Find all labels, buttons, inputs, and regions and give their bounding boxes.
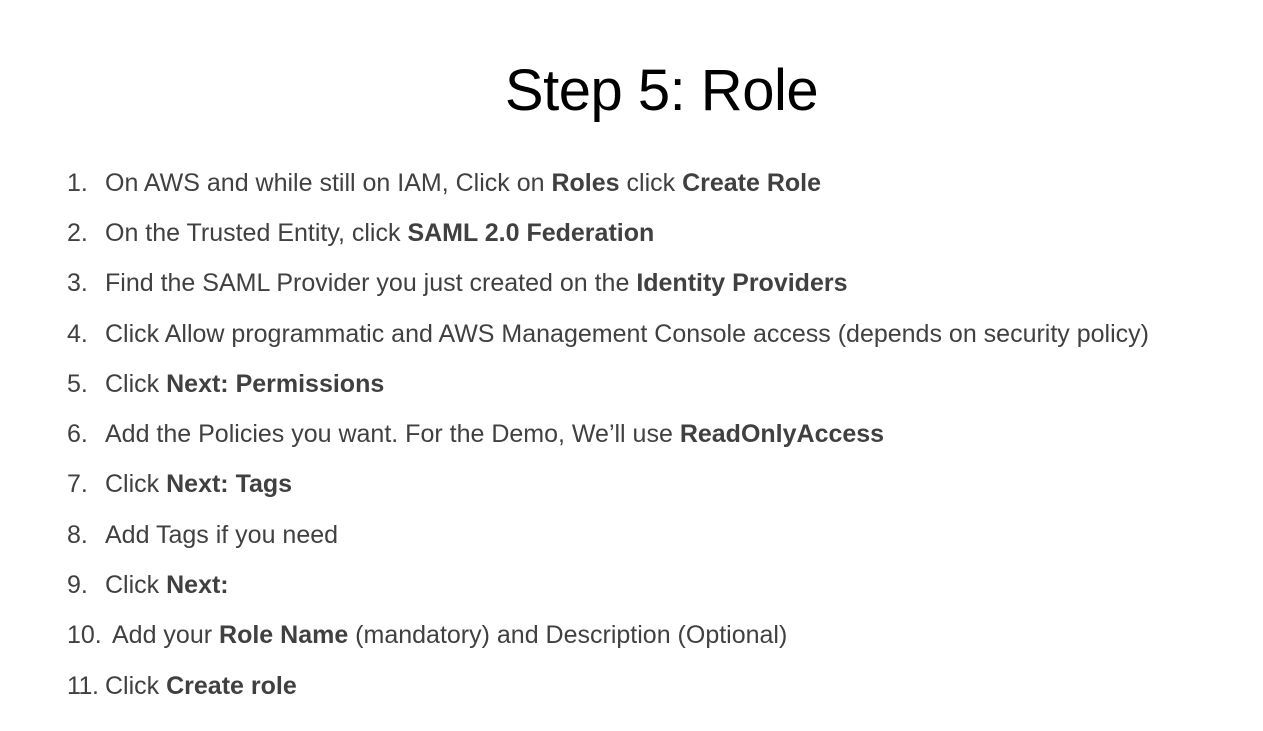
slide: Step 5: Role 1. On AWS and while still on…	[0, 0, 1263, 731]
step-text-segment: On the Trusted Entity, click	[105, 218, 408, 247]
step-text: Add Tags if you need	[105, 521, 338, 550]
step-text-segment: click	[619, 168, 683, 197]
list-item: 7. Click Next: Tags	[67, 460, 1149, 510]
step-text: Click Allow programmatic and AWS Managem…	[105, 320, 1149, 349]
step-text-segment: Add your	[112, 621, 220, 650]
slide-title: Step 5: Role	[504, 58, 819, 123]
step-text-bold: Create Role	[682, 168, 822, 197]
step-text: Click Next: Permissions	[105, 370, 384, 399]
list-item: 11. Click Create role	[67, 661, 1149, 711]
step-text: Click Create role	[105, 672, 297, 701]
list-item: 6. Add the Policies you want. For the Dem…	[67, 409, 1149, 459]
step-text-bold: ReadOnlyAccess	[679, 420, 885, 449]
step-text: Add your Role Name (mandatory) and Descr…	[112, 621, 787, 650]
step-number: 9.	[67, 571, 88, 600]
step-number: 10.	[67, 621, 102, 650]
step-number: 7.	[67, 470, 88, 499]
step-text-segment: Add Tags if you need	[105, 520, 339, 549]
list-item: 9. Click Next:	[67, 560, 1149, 610]
step-text: On AWS and while still on IAM, Click on …	[105, 169, 821, 198]
step-number: 2.	[67, 218, 88, 247]
step-text-segment: (mandatory) and Description (Optional)	[348, 621, 788, 650]
step-text-bold: Next:	[166, 571, 229, 600]
step-number: 1.	[67, 168, 88, 197]
step-text: Add the Policies you want. For the Demo,…	[105, 420, 884, 449]
step-text-bold: Roles	[551, 168, 620, 197]
step-text: On the Trusted Entity, click SAML 2.0 Fe…	[105, 219, 654, 248]
list-item: 2. On the Trusted Entity, click SAML 2.0 …	[67, 208, 1149, 258]
step-text-segment: Click	[105, 571, 167, 600]
step-number: 11.	[67, 671, 99, 700]
step-text-bold: SAML 2.0 Federation	[407, 218, 655, 247]
step-text-segment: Click	[105, 369, 167, 398]
step-text: Click Next: Tags	[105, 470, 292, 499]
step-text-bold: Identity Providers	[636, 269, 848, 298]
steps-list: 1. On AWS and while still on IAM, Click o…	[67, 158, 1149, 711]
step-text-bold: Next: Tags	[166, 470, 293, 499]
step-text-bold: Create role	[166, 671, 297, 700]
step-text-segment: On AWS and while still on IAM, Click on	[105, 168, 552, 197]
step-number: 4.	[67, 319, 88, 348]
step-text-bold: Role Name	[219, 621, 349, 650]
list-item: 1. On AWS and while still on IAM, Click o…	[67, 158, 1149, 208]
step-text-bold: Next: Permissions	[166, 369, 385, 398]
step-text-segment: Click	[105, 671, 167, 700]
step-text-segment: Find the SAML Provider you just created …	[105, 269, 637, 298]
step-text-segment: Click Allow programmatic and AWS Managem…	[105, 319, 1149, 348]
step-text-segment: Click	[105, 470, 167, 499]
step-text: Click Next:	[105, 571, 229, 600]
list-item: 8. Add Tags if you need	[67, 510, 1149, 560]
step-text: Find the SAML Provider you just created …	[105, 269, 847, 298]
step-text-segment: Add the Policies you want. For the Demo,…	[105, 420, 680, 449]
list-item: 3. Find the SAML Provider you just create…	[67, 259, 1149, 309]
step-number: 3.	[67, 269, 88, 298]
step-number: 8.	[67, 520, 88, 549]
list-item: 10. Add your Role Name (mandatory) and De…	[67, 611, 1149, 661]
step-number: 6.	[67, 420, 88, 449]
step-number: 5.	[67, 369, 88, 398]
list-item: 4. Click Allow programmatic and AWS Manag…	[67, 309, 1149, 359]
list-item: 5. Click Next: Permissions	[67, 359, 1149, 409]
